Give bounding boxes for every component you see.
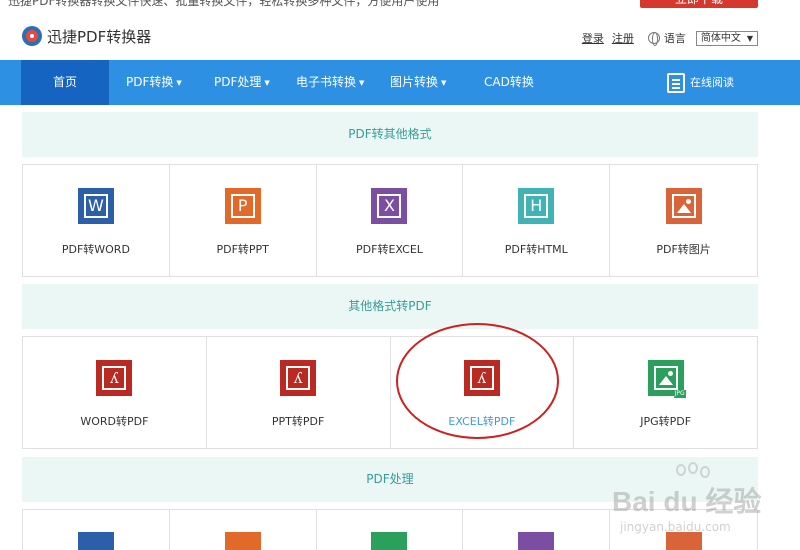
nav-pdf-process[interactable]: PDF处理 ▼	[214, 60, 270, 105]
image-icon	[665, 188, 702, 224]
logo-icon[interactable]	[22, 26, 42, 46]
tool-label: PDF转WORD	[61, 243, 130, 256]
language-select[interactable]: 简体中文 ▼	[695, 30, 758, 46]
excel-icon: X	[371, 188, 408, 224]
jpg-tag: JPG	[673, 390, 686, 398]
login-link[interactable]: 登录	[582, 30, 604, 46]
site-header: 迅捷PDF转换器 登录 注册 语言 简体中文 ▼	[0, 9, 800, 60]
merge-icon	[224, 532, 261, 550]
tool-label: PDF转图片	[656, 243, 711, 256]
brand-name[interactable]: 迅捷PDF转换器	[47, 26, 151, 47]
chevron-down-icon: ▼	[746, 33, 753, 43]
compress-icon	[518, 532, 555, 550]
tool-process-2[interactable]	[170, 510, 317, 550]
tool-ppt-to-pdf[interactable]: ʎ PPT转PDF	[206, 337, 391, 449]
tool-pdf-to-excel[interactable]: X PDF转EXCEL	[316, 165, 464, 277]
tool-process-1[interactable]	[23, 510, 170, 550]
pdf-icon: ʎ	[280, 360, 317, 396]
nav-home-label: 首页	[52, 75, 77, 89]
tool-pdf-to-word[interactable]: W PDF转WORD	[23, 165, 170, 277]
nav-pdf-process-label: PDF处理	[214, 75, 262, 89]
language-value: 简体中文	[700, 32, 741, 44]
tool-label: JPG转PDF	[640, 415, 692, 428]
watermark-url: jingyan.baidu.com	[620, 520, 731, 534]
globe-icon	[647, 32, 660, 46]
section-title-pdf-to-other: PDF转其他格式	[22, 112, 758, 157]
unlock-icon	[371, 532, 408, 550]
jpg-icon: JPG	[647, 360, 686, 398]
nav-home[interactable]: 首页	[21, 60, 109, 105]
download-button[interactable]: 立即下载	[640, 0, 758, 8]
header-links: 登录 注册 语言 简体中文 ▼	[582, 30, 758, 46]
tool-pdf-to-image[interactable]: PDF转图片	[610, 165, 758, 277]
tool-pdf-to-ppt[interactable]: P PDF转PPT	[169, 165, 317, 277]
pdf-icon: ʎ	[96, 360, 133, 396]
watermark-brand: Bai du 经验	[612, 486, 762, 517]
html-icon: H	[518, 188, 555, 224]
nav-cad-convert[interactable]: CAD转换	[484, 60, 534, 105]
book-icon	[667, 72, 685, 93]
word-icon: W	[77, 188, 114, 224]
baidu-watermark: Bai du 经验 jingyan.baidu.com	[612, 462, 792, 542]
word-icon-glyph: W	[83, 194, 108, 218]
tool-grid-other-to-pdf: ʎ WORD转PDF ʎ PPT转PDF ʎ EXCEL转PDF JPG JPG…	[22, 336, 758, 449]
section-title-other-to-pdf: 其他格式转PDF	[22, 284, 758, 329]
tool-process-4[interactable]	[463, 510, 611, 550]
tool-jpg-to-pdf[interactable]: JPG JPG转PDF	[574, 337, 758, 449]
caret-down-icon: ▼	[176, 79, 182, 87]
register-link[interactable]: 注册	[612, 30, 634, 46]
tool-grid-pdf-to-other: W PDF转WORD P PDF转PPT X PDF转EXCEL H PDF转H…	[22, 164, 758, 277]
nav-ebook-convert[interactable]: 电子书转换 ▼	[296, 60, 364, 105]
pdf-icon-glyph: ʎ	[102, 366, 127, 390]
tool-label: PDF转EXCEL	[356, 243, 423, 256]
tool-process-3[interactable]	[317, 510, 464, 550]
top-notice-bar: 迅捷PDF转换器转换文件快速、批量转换文件，轻松转换多种文件，方便用户使用 立即…	[0, 0, 800, 9]
caret-down-icon: ▼	[264, 79, 270, 87]
nav-image-convert-label: 图片转换	[390, 75, 439, 89]
tool-word-to-pdf[interactable]: ʎ WORD转PDF	[23, 337, 207, 449]
split-icon	[77, 532, 114, 550]
annotation-circle	[396, 323, 559, 439]
main-nav: 首页 PDF转换 ▼ PDF处理 ▼ 电子书转换 ▼ 图片转换 ▼ CAD转换 在线阅读	[0, 60, 800, 105]
ppt-icon-glyph: P	[230, 194, 255, 218]
pdf-icon-glyph: ʎ	[286, 366, 311, 390]
language-label: 语言	[663, 32, 686, 45]
nav-image-convert[interactable]: 图片转换 ▼	[390, 60, 446, 105]
online-read-link[interactable]: 在线阅读	[667, 60, 734, 105]
html-icon-glyph: H	[524, 194, 549, 218]
tool-label: PDF转PPT	[216, 243, 269, 256]
online-read-label: 在线阅读	[690, 76, 734, 89]
tool-label: WORD转PDF	[80, 415, 149, 428]
nav-pdf-convert-label: PDF转换	[126, 75, 174, 89]
caret-down-icon: ▼	[441, 79, 447, 87]
tool-label: PDF转HTML	[504, 243, 568, 256]
caret-down-icon: ▼	[359, 79, 365, 87]
tool-pdf-to-html[interactable]: H PDF转HTML	[463, 165, 611, 277]
tool-label: PPT转PDF	[271, 415, 325, 428]
nav-cad-convert-label: CAD转换	[484, 75, 534, 89]
excel-icon-glyph: X	[377, 194, 402, 218]
nav-ebook-convert-label: 电子书转换	[296, 75, 357, 89]
nav-pdf-convert[interactable]: PDF转换 ▼	[126, 60, 182, 105]
top-notice-text: 迅捷PDF转换器转换文件快速、批量转换文件，轻松转换多种文件，方便用户使用	[8, 0, 440, 8]
ppt-icon: P	[224, 188, 261, 224]
